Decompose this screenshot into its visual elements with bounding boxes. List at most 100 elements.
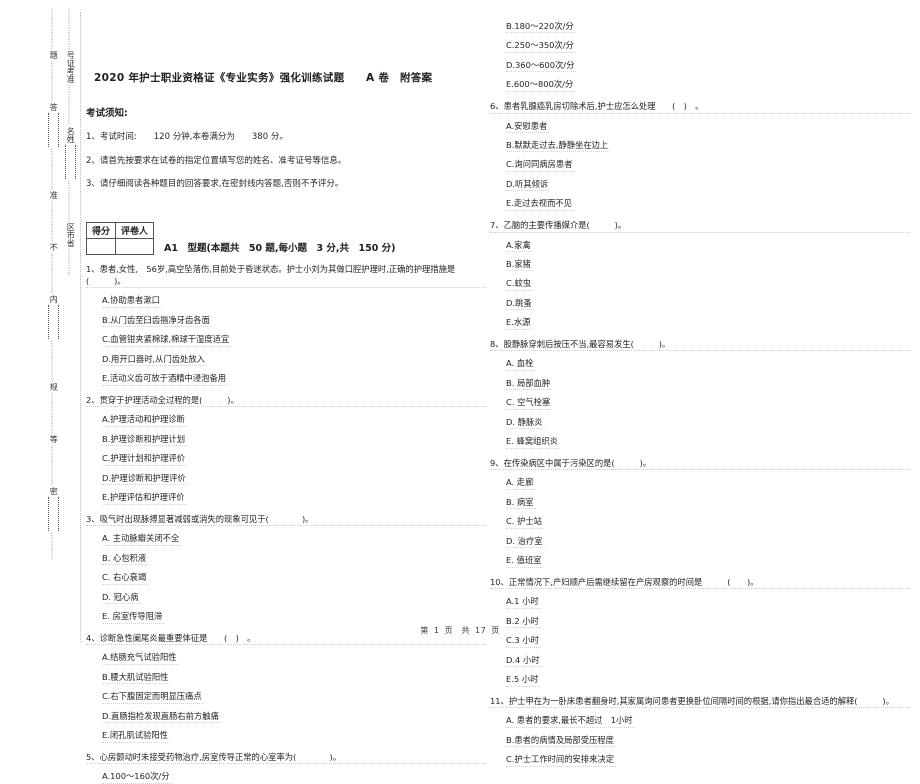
question-block: 6、患者乳腺癌乳房切除术后,护士应怎么处理 ( ) 。 A.安慰患者 B.默默走过去… — [490, 101, 910, 211]
question-option[interactable]: D.跳蚤 — [506, 297, 534, 311]
question-option[interactable]: A.家禽 — [506, 239, 533, 252]
question-option[interactable]: E. 值班室 — [506, 554, 544, 568]
question-option[interactable]: A.安慰患者 — [506, 120, 550, 133]
option-row: A. 走廊 — [490, 470, 910, 490]
option-row: D. 治疗室 — [490, 529, 910, 549]
notice-line-1: 1、考试时间: 120 分钟,本卷满分为 380 分。 — [86, 132, 288, 142]
question-option[interactable]: E.闭孔肌试验阳性 — [102, 729, 170, 743]
seal-dots: ……………… — [66, 8, 75, 50]
question-option[interactable]: C. 护士站 — [506, 515, 544, 529]
seal-char: 内 — [49, 295, 59, 303]
footer-prefix: 第 — [420, 626, 429, 635]
question-option[interactable]: A. 主动脉瓣关闭不全 — [102, 532, 182, 546]
option-row: A.安慰患者 — [490, 114, 910, 133]
question-option[interactable]: B.从门齿至臼齿揩净牙齿各面 — [102, 314, 212, 328]
question-option[interactable]: A.结肠充气试验阳性 — [102, 651, 179, 665]
question-option[interactable]: E.活动义齿可放于酒精中浸泡备用 — [102, 372, 229, 386]
question-option[interactable]: E.水源 — [506, 316, 533, 330]
footer-page-number: 1 — [433, 626, 440, 635]
question-option[interactable]: C. 右心衰竭 — [102, 571, 149, 585]
option-row: A. 血栓 — [490, 351, 910, 371]
question-option[interactable]: D.听其倾诉 — [506, 178, 551, 192]
option-row: E.活动义齿可放于酒精中浸泡备用 — [86, 366, 486, 386]
seal-char: 名姓 — [66, 127, 76, 143]
option-row: C. 空气栓塞 — [490, 390, 910, 410]
seal-dots: ……………… — [49, 148, 58, 190]
option-row: C.250～350次/分 — [490, 33, 910, 53]
question-option[interactable]: A. 走廊 — [506, 476, 536, 490]
question-block: 9、在传染病区中属于污染区的是( )。 A. 走廊 B. 病室 C. 护士站 D. 治疗… — [490, 458, 910, 568]
option-row: E.5 小时 — [490, 667, 910, 687]
question-option[interactable]: C.250～350次/分 — [506, 39, 576, 53]
grader-header-cell: 评卷人 — [115, 221, 155, 239]
question-option[interactable]: C.血管钳夹紧棉球,棉球干湿度适宜 — [102, 333, 232, 347]
margin-divider — [80, 12, 81, 642]
question-option[interactable]: A. 患者的要求,最长不超过 1小时 — [506, 714, 635, 728]
seal-column-secondary: ……………… 号证考准……………… 名姓……………… 区市省………… — [62, 8, 78, 642]
seal-bar — [47, 305, 59, 339]
question-option[interactable]: E.护理评估和护理评价 — [102, 491, 187, 505]
grader-value-cell[interactable] — [115, 237, 155, 255]
question-option[interactable]: C.护理计划和护理评价 — [102, 452, 188, 466]
question-option[interactable]: B.患者的病情及局部受压程度 — [506, 734, 616, 748]
question-option[interactable]: D.护理诊断和护理评价 — [102, 472, 188, 486]
question-option[interactable]: E. 蜂窝组织炎 — [506, 435, 561, 449]
question-option[interactable]: E.600～800次/分 — [506, 78, 576, 92]
question-option[interactable]: A.护理活动和护理诊断 — [102, 413, 187, 427]
score-header-cell: 得分 — [85, 221, 117, 239]
seal-char: 准 — [49, 191, 59, 199]
option-row: B.患者的病情及局部受压程度 — [490, 728, 910, 748]
question-option[interactable]: C.询问同病房患者 — [506, 158, 575, 172]
question-stem: 9、在传染病区中属于污染区的是( )。 — [490, 458, 910, 471]
seal-char: 密 — [49, 487, 59, 495]
question-option[interactable]: D.直肠指检发现直肠右前方触痛 — [102, 710, 221, 724]
question-option[interactable]: C.3 小时 — [506, 634, 541, 648]
page-footer: 第 1 页 共 17 页 — [0, 625, 920, 636]
question-option[interactable]: D.4 小时 — [506, 654, 542, 668]
question-option[interactable]: D.用开口器时,从门齿处放入 — [102, 353, 207, 367]
seal-dots: ……………… — [49, 200, 58, 242]
option-row: D.360～600次/分 — [490, 53, 910, 73]
seal-dots: ……………… — [49, 8, 58, 50]
question-option[interactable]: E.走过去视而不见 — [506, 197, 574, 211]
question-option[interactable]: A.1 小时 — [506, 595, 541, 609]
question-option[interactable]: B.家猪 — [506, 258, 533, 272]
question-stem: 1、患者,女性, 56岁,高空坠落伤,目前处于昏迷状态。护士小刘为其做口腔护理时… — [86, 264, 486, 289]
question-option[interactable]: D. 静脉炎 — [506, 416, 545, 430]
question-block: 3、吸气时出现脉搏显著减弱或消失的现象可见于( )。 A. 主动脉瓣关闭不全 B. … — [86, 514, 486, 624]
option-row: B.腰大肌试验阳性 — [86, 665, 486, 685]
option-row: C.蚊虫 — [490, 271, 910, 291]
question-option[interactable]: C.蚊虫 — [506, 277, 534, 291]
question-stem: 3、吸气时出现脉搏显著减弱或消失的现象可见于( )。 — [86, 514, 486, 527]
question-stem: 11、护士甲在为一卧床患者翻身时,其家属询问患者更换卧位间隔时间的根据,请你指出… — [490, 696, 910, 709]
score-value-cell[interactable] — [85, 237, 117, 255]
question-option[interactable]: C.右下腹固定而明显压痛点 — [102, 690, 204, 704]
question-option[interactable]: E. 房室传导阻滞 — [102, 610, 165, 624]
question-stem: 7、乙脑的主要传播媒介是( )。 — [490, 220, 910, 233]
question-option[interactable]: D.360～600次/分 — [506, 59, 577, 73]
question-option[interactable]: B. 局部血肿 — [506, 377, 553, 391]
question-option[interactable]: A.100～160次/分 — [102, 770, 172, 784]
option-row: E.走过去视而不见 — [490, 191, 910, 211]
question-option[interactable]: B.腰大肌试验阳性 — [102, 671, 171, 685]
score-table-value-row — [85, 237, 155, 255]
option-row: A.协助患者漱口 — [86, 288, 486, 308]
question-block: 7、乙脑的主要传播媒介是( )。 A.家禽 B.家猪 C.蚊虫 D.跳蚤 E.水源 — [490, 220, 910, 330]
question-option[interactable]: C.护士工作时间的安排来决定 — [506, 753, 616, 767]
question-option[interactable]: A. 血栓 — [506, 357, 536, 371]
exam-paper-page: ……………… 题……………… 答……………… 准……………… 不……………… 内……………… — [0, 0, 920, 784]
question-option[interactable]: A.协助患者漱口 — [102, 294, 162, 308]
question-option[interactable]: B. 心包积液 — [102, 552, 149, 566]
question-option[interactable]: D. 冠心病 — [102, 591, 141, 605]
question-option[interactable]: B.默默走过去,静静坐在边上 — [506, 139, 611, 153]
question-option[interactable]: B.180～220次/分 — [506, 20, 576, 34]
question-option[interactable]: C. 空气栓塞 — [506, 396, 553, 410]
seal-char: 区市省 — [66, 223, 76, 247]
question-option[interactable]: D. 治疗室 — [506, 535, 545, 549]
question-option[interactable]: B. 病室 — [506, 496, 536, 510]
option-row: C.询问同病房患者 — [490, 152, 910, 172]
question-option[interactable]: B.护理诊断和护理计划 — [102, 433, 188, 447]
question-block: 4、诊断急性阑尾炎最重要体征是 ( ) 。 A.结肠充气试验阳性 B.腰大肌试验阳性… — [86, 633, 486, 743]
question-option[interactable]: E.5 小时 — [506, 673, 541, 687]
score-table: 得分 评卷人 — [85, 221, 155, 255]
